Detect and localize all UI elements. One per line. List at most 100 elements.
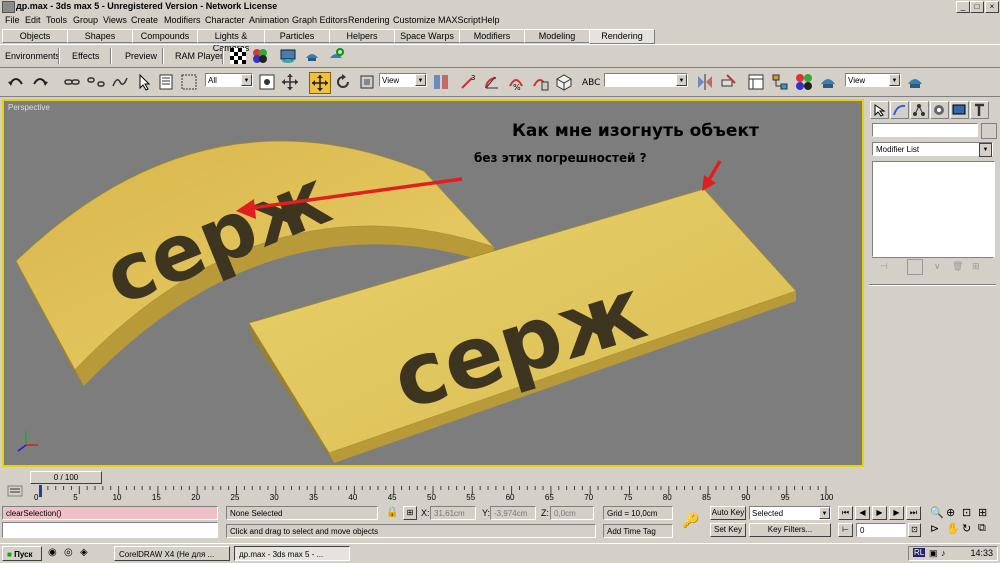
redo-icon[interactable] (30, 72, 50, 92)
pivot-center-icon[interactable] (431, 72, 451, 92)
time-slider[interactable]: 0 / 100 (30, 471, 102, 484)
percent-snap-icon[interactable]: % (506, 72, 526, 92)
render-last-icon[interactable] (328, 48, 344, 64)
select-and-move-icon[interactable] (280, 72, 300, 92)
menu-edit[interactable]: Edit (25, 13, 41, 27)
modify-tab-icon[interactable] (890, 101, 909, 119)
scale-icon[interactable] (357, 72, 377, 92)
track-view-icon[interactable] (746, 72, 766, 92)
zoom-all-icon[interactable]: ⊕ (946, 506, 955, 519)
tab-modifiers[interactable]: Modifiers (459, 29, 525, 43)
unlink-icon[interactable] (86, 72, 106, 92)
track-bar[interactable]: 0 5 10 15 20 25 30 35 40 45 50 55 60 65 70 75 80 85 90 95 10… (0, 484, 866, 506)
quicklaunch-icon[interactable]: ◎ (64, 547, 73, 558)
select-by-name-icon[interactable] (157, 72, 177, 92)
menu-modifiers[interactable]: Modifiers (164, 13, 201, 27)
object-color-swatch[interactable] (981, 123, 997, 139)
language-indicator[interactable]: RL (913, 548, 926, 557)
y-coordinate-field[interactable]: -3,974cm (490, 506, 536, 520)
zoom-extents-icon[interactable]: ⊡ (962, 506, 971, 519)
schematic-view-icon[interactable] (770, 72, 790, 92)
lock-icon[interactable]: 🔒 (386, 507, 398, 518)
maximize-button[interactable]: □ (970, 1, 984, 13)
volume-icon[interactable]: ♪ (941, 548, 946, 558)
tray-icon[interactable]: ▣ (929, 548, 938, 559)
menu-character[interactable]: Character (205, 13, 245, 27)
select-object-icon[interactable] (135, 72, 155, 92)
named-selection-icon[interactable] (554, 72, 574, 92)
taskbar-coreldraw[interactable]: CorelDRAW X4 (Не для ... (114, 546, 230, 561)
select-and-manipulate-icon[interactable]: 3 (458, 72, 478, 92)
zoom-extents-all-icon[interactable]: ⊞ (978, 506, 987, 519)
named-selection-dropdown[interactable]: ▼ (604, 73, 688, 87)
select-and-link-icon[interactable] (62, 72, 82, 92)
move-icon[interactable] (309, 72, 331, 94)
bind-space-warp-icon[interactable] (110, 72, 130, 92)
auto-key-button[interactable]: Auto Key (710, 506, 746, 520)
utilities-tab-icon[interactable] (970, 101, 989, 119)
menu-graph-editors[interactable]: Graph Editors (292, 13, 348, 27)
z-coordinate-field[interactable]: 0,0cm (550, 506, 594, 520)
go-to-start-icon[interactable]: ⏮ (838, 506, 853, 520)
rotate-icon[interactable] (333, 72, 353, 92)
minimize-button[interactable]: _ (956, 1, 970, 13)
menu-customize[interactable]: Customize (393, 13, 436, 27)
environments-button[interactable]: Environments (5, 49, 60, 63)
material-editor-icon[interactable] (252, 48, 268, 64)
motion-tab-icon[interactable] (930, 101, 949, 119)
tab-space-warps[interactable]: Space Warps (394, 29, 460, 43)
render-scene-icon[interactable] (280, 48, 296, 64)
current-frame-field[interactable]: 0 (856, 523, 906, 537)
time-cursor[interactable] (39, 485, 42, 497)
menu-tools[interactable]: Tools (46, 13, 67, 27)
quick-render-icon[interactable] (905, 72, 925, 92)
tab-rendering[interactable]: Rendering (589, 29, 655, 44)
key-filters-button[interactable]: Key Filters... (749, 523, 831, 537)
display-tab-icon[interactable] (950, 101, 969, 119)
go-to-end-icon[interactable]: ⏭ (906, 506, 921, 520)
create-tab-icon[interactable] (870, 101, 889, 119)
window-crossing-icon[interactable] (257, 72, 277, 92)
material-editor-icon[interactable] (794, 72, 814, 92)
tab-helpers[interactable]: Helpers (329, 29, 395, 43)
undo-icon[interactable] (6, 72, 26, 92)
pin-stack-icon[interactable]: ⊣ (880, 261, 888, 272)
edit-named-selection-icon[interactable]: ABC (580, 72, 600, 92)
ram-player-button[interactable]: RAM Player (175, 49, 223, 63)
quicklaunch-icon[interactable]: ◈ (80, 547, 88, 558)
absolute-mode-icon[interactable]: ⊞ (403, 506, 417, 520)
preview-button[interactable]: Preview (125, 49, 157, 63)
spinner-snap-icon[interactable] (530, 72, 550, 92)
maximize-viewport-icon[interactable]: ⧉ (978, 522, 986, 535)
set-key-button[interactable]: Set Key (710, 523, 746, 537)
time-config-icon[interactable]: ⊡ (908, 523, 921, 537)
add-time-tag-button[interactable]: Add Time Tag (603, 524, 673, 538)
align-icon[interactable] (719, 72, 739, 92)
perspective-viewport[interactable]: Perspective серж серж Как мне изогнуть о… (2, 99, 864, 467)
taskbar-3dsmax[interactable]: др.max - 3ds max 5 - ... (234, 546, 350, 561)
tab-lights-cameras[interactable]: Lights & Cameras (197, 29, 265, 53)
key-icon[interactable]: 🔑 (682, 512, 699, 529)
play-icon[interactable]: ▶ (872, 506, 887, 520)
menu-create[interactable]: Create (131, 13, 158, 27)
remove-modifier-icon[interactable]: 🗑 (952, 261, 963, 272)
start-button[interactable]: ■ Пуск (2, 546, 42, 561)
object-name-field[interactable] (872, 123, 978, 137)
make-unique-icon[interactable]: ∨ (934, 261, 941, 272)
menu-group[interactable]: Group (73, 13, 98, 27)
close-button[interactable]: × (985, 1, 999, 13)
tab-particles[interactable]: Particles (264, 29, 330, 43)
rectangular-selection-icon[interactable] (179, 72, 199, 92)
modifier-list-dropdown[interactable]: Modifier List ▼ (872, 142, 993, 157)
maxscript-input[interactable] (2, 522, 218, 538)
menu-maxscript[interactable]: MAXScript (438, 13, 481, 27)
tab-objects[interactable]: Objects (2, 29, 68, 43)
quicklaunch-icon[interactable]: ◉ (48, 547, 57, 558)
menu-help[interactable]: Help (481, 13, 500, 27)
menu-views[interactable]: Views (103, 13, 127, 27)
render-type-dropdown[interactable]: View ▼ (845, 73, 901, 87)
configure-sets-icon[interactable]: ⊞ (972, 261, 980, 272)
tab-compounds[interactable]: Compounds (132, 29, 198, 43)
maxscript-listener[interactable]: clearSelection() (2, 506, 218, 520)
tab-shapes[interactable]: Shapes (67, 29, 133, 43)
